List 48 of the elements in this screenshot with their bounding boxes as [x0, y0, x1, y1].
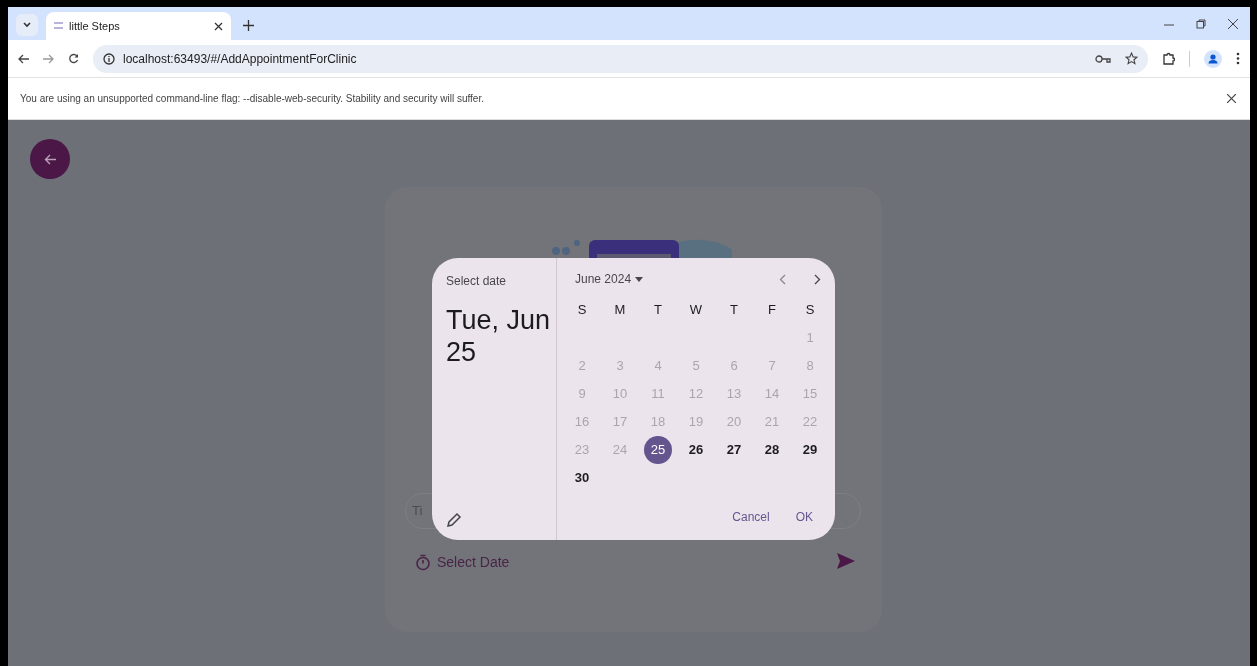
- weekday-label: S: [804, 301, 816, 320]
- browser-tab[interactable]: little Steps: [46, 12, 231, 40]
- calendar-day[interactable]: 26: [682, 436, 710, 464]
- pencil-icon[interactable]: [446, 512, 462, 528]
- weekday-label: T: [729, 301, 739, 320]
- send-icon[interactable]: [837, 553, 855, 569]
- month-dropdown[interactable]: June 2024: [575, 270, 644, 288]
- url-text: localhost:63493/#/AddAppointmentForClinic: [123, 50, 358, 68]
- timer-icon: [415, 554, 431, 571]
- caret-icon: [635, 276, 644, 282]
- calendar-day[interactable]: 29: [796, 436, 824, 464]
- profile-avatar-icon[interactable]: [1204, 49, 1222, 68]
- cancel-button[interactable]: Cancel: [724, 504, 778, 530]
- chevron-right-icon[interactable]: [814, 273, 821, 285]
- info-icon: [103, 52, 115, 65]
- close-icon[interactable]: [214, 21, 223, 31]
- dialog-title: Select date: [446, 273, 508, 290]
- puzzle-piece-icon[interactable]: [1162, 52, 1175, 65]
- tab-title: little Steps: [69, 18, 121, 34]
- back-button[interactable]: [30, 139, 70, 179]
- back-arrow-icon: [44, 153, 56, 165]
- weekday-label: F: [767, 301, 777, 320]
- menu-icon[interactable]: [1236, 52, 1240, 65]
- weekday-label: W: [688, 301, 704, 320]
- weekday-label: T: [653, 301, 663, 320]
- close-icon[interactable]: [1227, 94, 1236, 103]
- address-bar[interactable]: localhost:63493/#/AddAppointmentForClinic: [93, 44, 1148, 73]
- selected-date-headline: Tue, Jun 25: [446, 304, 551, 369]
- weekday-label: S: [576, 301, 588, 320]
- reload-icon[interactable]: [68, 53, 79, 64]
- close-icon[interactable]: [1228, 19, 1238, 29]
- tab-list-icon[interactable]: [16, 14, 38, 36]
- restore-icon[interactable]: [1196, 19, 1206, 29]
- new-tab-icon[interactable]: [243, 20, 254, 31]
- calendar-day[interactable]: 28: [758, 436, 786, 464]
- warning-message: You are using an unsupported command-line flag: --disable-web-security. Stability and security will suffer.: [20, 92, 485, 106]
- site-icon: [54, 21, 63, 31]
- calendar-day[interactable]: 27: [720, 436, 748, 464]
- back-arrow-icon[interactable]: [18, 53, 29, 64]
- confirm-button[interactable]: OK: [787, 504, 821, 530]
- chevron-left-icon[interactable]: [779, 273, 786, 285]
- calendar-day[interactable]: 25: [644, 436, 672, 464]
- star-icon[interactable]: [1125, 52, 1138, 65]
- key-icon[interactable]: [1095, 53, 1111, 64]
- forward-arrow-icon[interactable]: [43, 53, 54, 64]
- select-date-link[interactable]: Select Date: [415, 552, 510, 573]
- weekday-label: M: [613, 301, 627, 320]
- calendar-day[interactable]: 30: [568, 464, 596, 492]
